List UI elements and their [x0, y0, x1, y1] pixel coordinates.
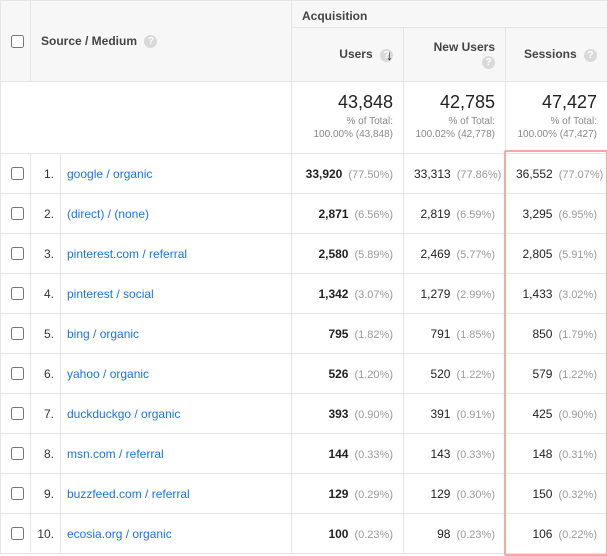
table-row: 2. (direct) / (none) 2,871(6.56%)2,819(6.5…: [1, 194, 607, 234]
cell-new-users: 2,819(6.59%): [404, 194, 506, 234]
cell-new-users: 391(0.91%): [404, 394, 506, 434]
cell-new-users: 791(1.85%): [404, 314, 506, 354]
cell-new-users: 33,313(77.86%): [404, 154, 506, 194]
source-link[interactable]: bing / organic: [67, 327, 139, 341]
cell-sessions: 3,295(6.95%): [506, 194, 607, 234]
row-index: 3.: [31, 234, 61, 274]
source-link[interactable]: pinterest.com / referral: [67, 247, 187, 261]
cell-new-users: 98(0.23%): [404, 514, 506, 554]
cell-sessions: 579(1.22%): [506, 354, 607, 394]
table-row: 1. google / organic 33,920(77.50%)33,313(7…: [1, 154, 607, 194]
cell-sessions: 106(0.22%): [506, 514, 607, 554]
cell-sessions: 425(0.90%): [506, 394, 607, 434]
select-all-checkbox[interactable]: [11, 35, 24, 48]
col-new-users[interactable]: New Users: [434, 40, 495, 54]
table-row: 8. msn.com / referral 144(0.33%)143(0.33%)…: [1, 434, 607, 474]
source-link[interactable]: buzzfeed.com / referral: [67, 487, 190, 501]
cell-sessions: 36,552(77.07%): [506, 154, 607, 194]
cell-users: 393(0.90%): [292, 394, 404, 434]
cell-users: 2,580(5.89%): [292, 234, 404, 274]
cell-new-users: 143(0.33%): [404, 434, 506, 474]
row-index: 9.: [31, 474, 61, 514]
row-index: 6.: [31, 354, 61, 394]
row-index: 5.: [31, 314, 61, 354]
cell-new-users: 2,469(5.77%): [404, 234, 506, 274]
cell-users: 129(0.29%): [292, 474, 404, 514]
cell-new-users: 1,279(2.99%): [404, 274, 506, 314]
cell-users: 100(0.23%): [292, 514, 404, 554]
cell-users: 2,871(6.56%): [292, 194, 404, 234]
source-link[interactable]: msn.com / referral: [67, 447, 164, 461]
cell-users: 33,920(77.50%): [292, 154, 404, 194]
help-icon[interactable]: ?: [482, 56, 495, 69]
help-icon[interactable]: ?: [584, 49, 597, 62]
cell-users: 795(1.82%): [292, 314, 404, 354]
table-row: 9. buzzfeed.com / referral 129(0.29%)129(0…: [1, 474, 607, 514]
cell-users: 526(1.20%): [292, 354, 404, 394]
row-checkbox[interactable]: [11, 487, 24, 500]
cell-sessions: 150(0.32%): [506, 474, 607, 514]
row-checkbox[interactable]: [11, 287, 24, 300]
row-checkbox[interactable]: [11, 367, 24, 380]
cell-new-users: 520(1.22%): [404, 354, 506, 394]
cell-sessions: 148(0.31%): [506, 434, 607, 474]
row-checkbox[interactable]: [11, 167, 24, 180]
source-link[interactable]: google / organic: [67, 167, 152, 181]
total-new-users: 42,785 % of Total: 100.02% (42,778): [404, 82, 506, 154]
col-source-medium[interactable]: Source / Medium: [41, 34, 137, 48]
cell-users: 144(0.33%): [292, 434, 404, 474]
source-link[interactable]: pinterest / social: [67, 287, 154, 301]
cell-sessions: 2,805(5.91%): [506, 234, 607, 274]
source-link[interactable]: ecosia.org / organic: [67, 527, 172, 541]
row-index: 2.: [31, 194, 61, 234]
source-link[interactable]: (direct) / (none): [67, 207, 149, 221]
cell-users: 1,342(3.07%): [292, 274, 404, 314]
row-checkbox[interactable]: [11, 247, 24, 260]
cell-sessions: 850(1.79%): [506, 314, 607, 354]
total-users: 43,848 % of Total: 100.00% (43,848): [292, 82, 404, 154]
table-row: 7. duckduckgo / organic 393(0.90%)391(0.91…: [1, 394, 607, 434]
col-sessions[interactable]: Sessions: [524, 47, 577, 61]
table-row: 4. pinterest / social 1,342(3.07%)1,279(2.…: [1, 274, 607, 314]
group-acquisition: Acquisition: [302, 9, 367, 23]
sort-desc-icon[interactable]: ↓: [386, 47, 393, 63]
row-checkbox[interactable]: [11, 327, 24, 340]
row-checkbox[interactable]: [11, 207, 24, 220]
analytics-table: Source / Medium ? Acquisition Users ? ↓ …: [0, 0, 607, 554]
row-checkbox[interactable]: [11, 447, 24, 460]
cell-sessions: 1,433(3.02%): [506, 274, 607, 314]
table-row: 3.pinterest.com / referral2,580(5.89%)2,…: [1, 234, 607, 274]
source-link[interactable]: yahoo / organic: [67, 367, 149, 381]
col-users[interactable]: Users: [339, 47, 372, 61]
source-link[interactable]: duckduckgo / organic: [67, 407, 180, 421]
table-row: 10. ecosia.org / organic 100(0.23%)98(0.23…: [1, 514, 607, 554]
row-index: 10.: [31, 514, 61, 554]
row-checkbox[interactable]: [11, 527, 24, 540]
row-checkbox[interactable]: [11, 407, 24, 420]
table-row: 6. yahoo / organic 526(1.20%)520(1.22%)579…: [1, 354, 607, 394]
row-index: 8.: [31, 434, 61, 474]
row-index: 4.: [31, 274, 61, 314]
row-index: 7.: [31, 394, 61, 434]
help-icon[interactable]: ?: [144, 35, 157, 48]
total-sessions: 47,427 % of Total: 100.00% (47,427): [506, 82, 607, 154]
cell-new-users: 129(0.30%): [404, 474, 506, 514]
row-index: 1.: [31, 154, 61, 194]
table-row: 5. bing / organic 795(1.82%)791(1.85%)850(…: [1, 314, 607, 354]
select-all-cell: [1, 1, 31, 82]
